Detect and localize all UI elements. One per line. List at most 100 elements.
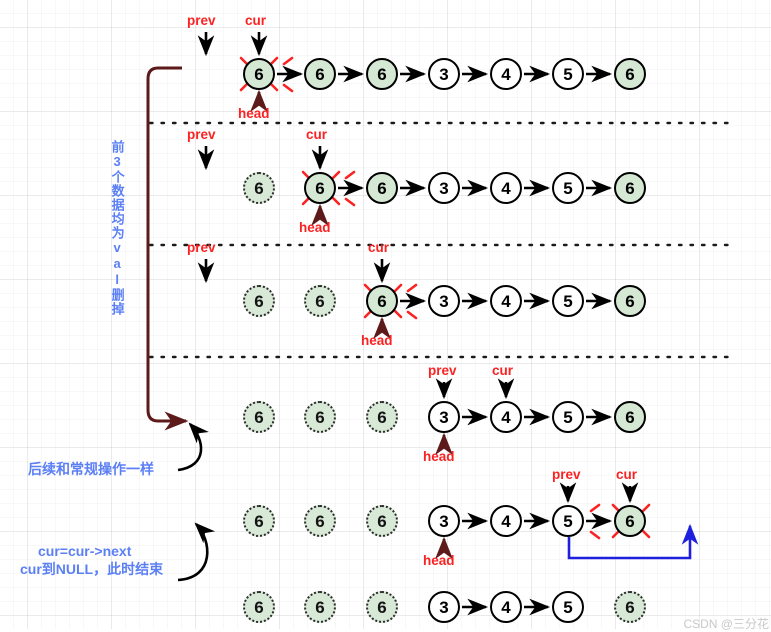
node-value: 4 <box>501 597 511 617</box>
row-3-node-6[interactable]: 6 <box>614 285 646 317</box>
node-value: 4 <box>501 511 511 531</box>
node-value: 5 <box>563 291 573 311</box>
row-1-node-3[interactable]: 3 <box>428 58 460 90</box>
row-1-node-6[interactable]: 6 <box>614 58 646 90</box>
row-4-prev-label: prev <box>428 363 457 378</box>
node-value: 3 <box>439 407 449 427</box>
row-4-node-1[interactable]: 6 <box>304 401 336 433</box>
row-3-node-5[interactable]: 5 <box>552 285 584 317</box>
row-5-node-1[interactable]: 6 <box>304 505 336 537</box>
row-4-node-6[interactable]: 6 <box>614 401 646 433</box>
node-value: 4 <box>501 291 511 311</box>
node-value: 6 <box>625 64 635 84</box>
node-value: 6 <box>254 407 264 427</box>
node-value: 4 <box>501 64 511 84</box>
row-1-node-1[interactable]: 6 <box>304 58 336 90</box>
node-value: 5 <box>563 178 573 198</box>
row-5-node-0[interactable]: 6 <box>243 505 275 537</box>
node-value: 6 <box>254 291 264 311</box>
row-4-head-label: head <box>423 449 455 464</box>
row-3-head-label: head <box>361 333 393 348</box>
node-value: 5 <box>563 597 573 617</box>
row-6-node-6[interactable]: 6 <box>614 591 646 623</box>
row-2-cur-label: cur <box>306 127 328 142</box>
row-5-node-4[interactable]: 4 <box>490 505 522 537</box>
row-4-node-5[interactable]: 5 <box>552 401 584 433</box>
row-1-prev-label: prev <box>187 13 216 28</box>
row-1-node-5[interactable]: 5 <box>552 58 584 90</box>
row-4-cur-label: cur <box>492 363 514 378</box>
row-1-cur-label: cur <box>245 13 267 28</box>
node-value: 6 <box>315 511 325 531</box>
row-4-node-2[interactable]: 6 <box>366 401 398 433</box>
row-3-cur-label: cur <box>368 240 390 255</box>
node-value: 3 <box>439 291 449 311</box>
row-5-node-2[interactable]: 6 <box>366 505 398 537</box>
row-4-node-0[interactable]: 6 <box>243 401 275 433</box>
row-6-node-2[interactable]: 6 <box>366 591 398 623</box>
row-5-head-label: head <box>423 553 455 568</box>
row-1-node-2[interactable]: 6 <box>366 58 398 90</box>
node-value: 6 <box>377 64 387 84</box>
note-first-three-are-val: 前3个数据均为val删掉 <box>109 140 125 316</box>
node-value: 6 <box>377 291 387 311</box>
row-5-node-6[interactable]: 6 <box>614 505 646 537</box>
node-value: 4 <box>501 178 511 198</box>
row-6-node-3[interactable]: 3 <box>428 591 460 623</box>
row-5-cur-label: cur <box>616 467 638 482</box>
row-3-node-0[interactable]: 6 <box>243 285 275 317</box>
node-value: 6 <box>377 597 387 617</box>
node-value: 6 <box>625 511 635 531</box>
row-2-node-1[interactable]: 6 <box>304 172 336 204</box>
node-value: 3 <box>439 511 449 531</box>
node-value: 4 <box>501 407 511 427</box>
note-arrow-lower <box>177 522 216 582</box>
node-value: 6 <box>625 178 635 198</box>
node-value: 6 <box>315 291 325 311</box>
node-value: 6 <box>377 178 387 198</box>
node-value: 6 <box>315 597 325 617</box>
diagram-canvas: 6 6 6 3 4 5 6 prev cur head 6 6 6 3 4 5 … <box>0 0 771 631</box>
node-value: 3 <box>439 178 449 198</box>
row-2-node-3[interactable]: 3 <box>428 172 460 204</box>
row-1-node-4[interactable]: 4 <box>490 58 522 90</box>
watermark: CSDN @三分花 <box>683 617 769 631</box>
node-value: 3 <box>439 64 449 84</box>
row-6-node-0[interactable]: 6 <box>243 591 275 623</box>
row-2-node-2[interactable]: 6 <box>366 172 398 204</box>
node-value: 6 <box>254 597 264 617</box>
row-3-node-4[interactable]: 4 <box>490 285 522 317</box>
row-4-node-3[interactable]: 3 <box>428 401 460 433</box>
node-value: 5 <box>563 64 573 84</box>
node-value: 6 <box>254 64 264 84</box>
row-2-node-4[interactable]: 4 <box>490 172 522 204</box>
node-value: 6 <box>315 64 325 84</box>
row-6-node-4[interactable]: 4 <box>490 591 522 623</box>
row-1-node-0[interactable]: 6 <box>243 58 275 90</box>
row-1-head-label: head <box>238 106 270 121</box>
row-2-prev-label: prev <box>187 127 216 142</box>
node-value: 3 <box>439 597 449 617</box>
row-4-node-4[interactable]: 4 <box>490 401 522 433</box>
note-cur-null-end: cur到NULL，此时结束 <box>20 561 164 577</box>
row-2-node-5[interactable]: 5 <box>552 172 584 204</box>
row-2-node-0[interactable]: 6 <box>243 172 275 204</box>
row-3-node-2[interactable]: 6 <box>366 285 398 317</box>
node-value: 6 <box>377 407 387 427</box>
row-2-node-6[interactable]: 6 <box>614 172 646 204</box>
row-3-node-3[interactable]: 3 <box>428 285 460 317</box>
note-cur-next: cur=cur->next <box>38 543 132 559</box>
row-3-prev-label: prev <box>187 240 216 255</box>
node-value: 6 <box>625 291 635 311</box>
row-5-pointer-arrows <box>435 482 639 560</box>
node-value: 5 <box>563 511 573 531</box>
row-6-node-5[interactable]: 5 <box>552 591 584 623</box>
row-3-node-1[interactable]: 6 <box>304 285 336 317</box>
note-rest-is-normal: 后续和常规操作一样 <box>28 461 154 477</box>
row-5-node-5[interactable]: 5 <box>552 505 584 537</box>
row-6-node-1[interactable]: 6 <box>304 591 336 623</box>
row-5-node-3[interactable]: 3 <box>428 505 460 537</box>
row-5-prev-label: prev <box>552 467 581 482</box>
node-value: 6 <box>377 511 387 531</box>
node-value: 5 <box>563 407 573 427</box>
